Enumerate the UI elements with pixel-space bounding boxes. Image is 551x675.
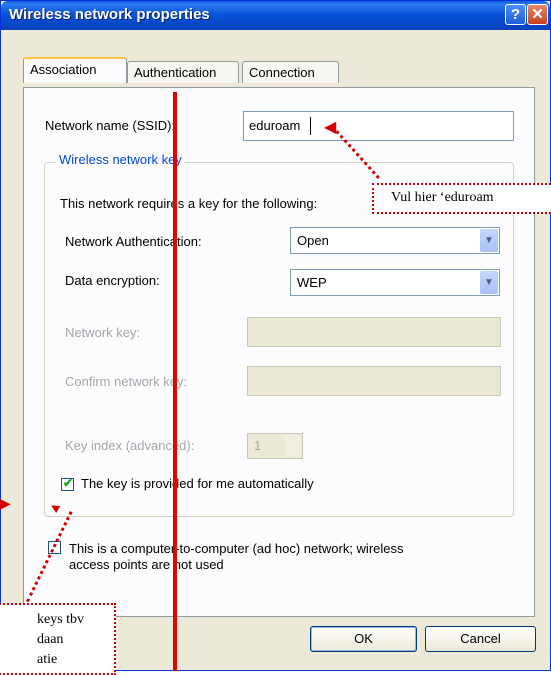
encryption-value: WEP [297,275,327,290]
confirm-key-input[interactable] [247,366,501,396]
adhoc-label-line1: This is a computer-to-computer (ad hoc) … [69,541,404,556]
ssid-callout-text: Vul hier ‘eduroam [391,190,494,205]
network-key-input[interactable] [247,317,501,347]
auth-value: Open [297,233,329,248]
checkmark-icon: ✔ [63,476,74,490]
key-callout-text2: daan [37,632,64,647]
dialog-window: Wireless network properties ? ✕ Associat… [0,0,551,671]
tab-authentication[interactable]: Authentication [127,61,239,83]
key-requirement-text: This network requires a key for the foll… [60,196,318,211]
ssid-value: eduroam [249,118,301,133]
text-caret [310,117,311,135]
ssid-input[interactable]: eduroam [243,111,514,141]
key-index-spinner[interactable]: 1 [247,433,303,459]
red-marker-line [173,92,177,671]
chevron-down-icon[interactable]: ▼ [480,229,498,252]
key-callout-text1: keys tbv [37,612,85,627]
encryption-label: Data encryption: [65,273,160,288]
arrow-tip-icon: ▶ [0,495,11,511]
help-button[interactable]: ? [505,4,526,25]
network-key-label: Network key: [65,325,141,340]
adhoc-label-line2: access points are not used [69,557,224,572]
cancel-button[interactable]: Cancel [425,626,536,652]
auth-label: Network Authentication: [65,234,202,249]
spin-arrows-icon[interactable] [285,435,301,457]
key-callout-text3: atie [37,652,58,667]
arrow-head-icon: ◀ [324,119,337,136]
encryption-select[interactable]: WEP ▼ [290,269,500,296]
chevron-down-icon[interactable]: ▼ [480,271,498,294]
group-title: Wireless network key [56,152,185,167]
confirm-key-label: Confirm network key: [65,374,188,389]
ssid-callout: Vul hier ‘eduroam [372,183,551,214]
window-title: Wireless network properties [9,6,210,23]
ssid-label: Network name (SSID): [45,118,176,133]
key-index-value: 1 [254,438,262,453]
auth-select[interactable]: Open ▼ [290,227,500,254]
close-button[interactable]: ✕ [527,4,548,25]
auto-key-label: The key is provided for me automatically [81,476,314,491]
ok-button[interactable]: OK [310,626,417,652]
tab-connection[interactable]: Connection [242,61,339,83]
key-callout: keys tbv daan atie [0,603,116,675]
tab-association[interactable]: Association [23,57,127,83]
auto-key-checkbox[interactable]: ✔ [61,476,74,491]
title-bar[interactable]: Wireless network properties ? ✕ [1,1,550,30]
